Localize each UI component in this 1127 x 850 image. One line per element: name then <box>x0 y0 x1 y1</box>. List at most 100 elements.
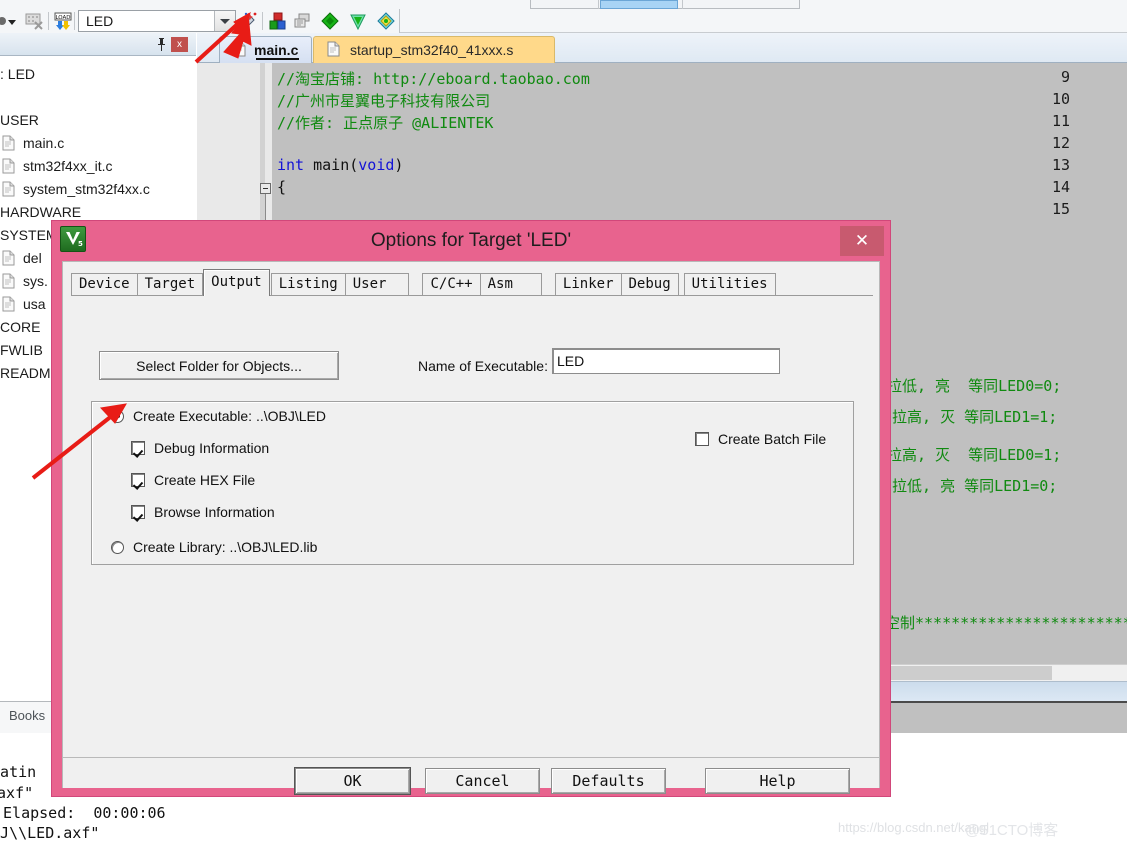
tree-item-label: CORE <box>0 318 41 335</box>
create-executable-radio-row[interactable]: Create Executable: ..\OBJ\LED <box>111 408 326 424</box>
tree-item-label: READM <box>0 364 51 381</box>
browse-information-label: Browse Information <box>154 504 275 520</box>
create-library-radio[interactable] <box>111 540 124 554</box>
multi-project-icon[interactable] <box>376 11 396 31</box>
target-selector-value: LED <box>86 13 114 29</box>
file-icon <box>327 41 340 60</box>
defaults-button[interactable]: Defaults <box>551 768 666 794</box>
c-file-icon <box>2 296 15 312</box>
create-executable-label: Create Executable: ..\OBJ\LED <box>133 408 326 424</box>
tab-output[interactable]: Output <box>203 269 270 296</box>
target-selector-combo[interactable]: LED <box>78 10 236 32</box>
close-icon[interactable]: ✕ <box>840 226 884 256</box>
name-of-executable-label: Name of Executable: <box>418 358 548 374</box>
tree-item-label: usa <box>23 295 46 312</box>
tab-listing[interactable]: Listing <box>270 273 346 295</box>
watermark-site: @51CTO博客 <box>965 822 1059 839</box>
toolbar-separator <box>74 12 75 30</box>
tree-item-user[interactable]: USER <box>0 108 196 131</box>
tree-item-system-stm32f4xx-c[interactable]: system_stm32f4xx.c <box>0 177 196 200</box>
cancel-button[interactable]: Cancel <box>425 768 540 794</box>
tree-item-label: SYSTEM <box>0 226 58 243</box>
manage-components-icon[interactable] <box>292 11 312 31</box>
code-fold-toggle[interactable] <box>260 183 271 194</box>
build-output-line: reatin <box>0 763 37 781</box>
tab-asm[interactable]: Asm <box>479 273 542 295</box>
create-hex-file-label: Create HEX File <box>154 472 256 488</box>
create-batch-file-checkbox[interactable] <box>695 432 709 446</box>
tree-item-project[interactable]: : LED <box>0 62 196 85</box>
build-output-line: OBJ\\LED.axf" <box>0 824 100 842</box>
help-button[interactable]: Help <box>705 768 850 794</box>
teal-diamond-icon[interactable] <box>348 11 368 31</box>
tab-user[interactable]: User <box>344 273 410 295</box>
line-number: 11 <box>1051 112 1070 130</box>
create-library-label: Create Library: ..\OBJ\LED.lib <box>133 539 318 555</box>
dropdown-arrow-icon[interactable] <box>6 15 18 27</box>
editor-tab-main-c[interactable]: main.c <box>219 36 313 63</box>
file-icon <box>233 41 246 60</box>
build-target-icon[interactable] <box>24 11 44 31</box>
tree-item-main-c[interactable]: main.c <box>0 131 196 154</box>
debug-information-label: Debug Information <box>154 440 270 456</box>
ok-button[interactable]: OK <box>295 768 410 794</box>
tab-device[interactable]: Device <box>71 273 138 295</box>
output-tab-panel: Select Folder for Objects... Name of Exe… <box>63 296 879 794</box>
create-hex-file-row[interactable]: Create HEX File <box>131 472 255 488</box>
line-number: 13 <box>1051 156 1070 174</box>
debug-information-checkbox[interactable] <box>131 441 145 455</box>
svg-text:LOAD: LOAD <box>55 15 70 21</box>
tree-item-label: : LED <box>0 65 36 82</box>
sidebar-close-button[interactable]: x <box>171 37 188 52</box>
tree-item-label: del <box>23 249 42 266</box>
select-folder-for-objects-button[interactable]: Select Folder for Objects... <box>99 351 339 380</box>
tab-target[interactable]: Target <box>136 273 204 295</box>
code-line: //淘宝店铺: http://eboard.taobao.com <box>277 70 590 88</box>
code-fragment: 拉高, 灭 等同LED0=1; <box>887 446 1062 464</box>
tab-debug[interactable]: Debug <box>620 273 679 295</box>
toolbar-highlighted-item[interactable] <box>600 0 678 9</box>
chevron-down-icon[interactable] <box>214 11 235 31</box>
tree-item-label: HARDWARE <box>0 203 82 220</box>
tab-utilities[interactable]: Utilities <box>683 273 776 295</box>
main-toolbar: LOAD LED <box>0 9 1127 33</box>
create-executable-radio[interactable] <box>111 409 124 423</box>
load-icon[interactable]: LOAD <box>53 11 73 31</box>
dialog-footer-divider <box>63 757 879 758</box>
create-hex-file-checkbox[interactable] <box>131 473 145 487</box>
name-of-executable-input[interactable]: LED <box>552 348 780 374</box>
browse-information-row[interactable]: Browse Information <box>131 504 275 520</box>
magic-wand-icon[interactable] <box>238 11 258 31</box>
tree-item-label: system_stm32f4xx.c <box>23 180 150 197</box>
dialog-title-bar: 5 Options for Target 'LED' ✕ <box>52 221 890 261</box>
sidebar-tab-books[interactable]: Books <box>2 705 54 727</box>
toolbar-left-group: LOAD LED <box>0 9 400 33</box>
debug-information-row[interactable]: Debug Information <box>131 440 269 456</box>
toolbar-separator <box>598 0 599 9</box>
create-library-radio-row[interactable]: Create Library: ..\OBJ\LED.lib <box>111 539 317 555</box>
c-file-icon <box>2 158 15 174</box>
pin-icon[interactable] <box>155 37 168 52</box>
line-number: 15 <box>1051 200 1070 218</box>
code-fragment: 0拉高, 灭 等同LED1=1; <box>883 408 1058 426</box>
create-batch-file-row[interactable]: Create Batch File <box>695 431 826 447</box>
toolbar-separator <box>682 0 683 9</box>
tree-item-stm32f4xx-it-c[interactable]: stm32f4xx_it.c <box>0 154 196 177</box>
tree-item-label: FWLIB <box>0 341 43 358</box>
tab-linker[interactable]: Linker <box>554 273 622 295</box>
editor-tab-bar: main.c startup_stm32f40_41xxx.s <box>197 33 1127 63</box>
tree-item-label: sys. <box>23 272 48 289</box>
c-file-icon <box>2 181 15 197</box>
editor-tab-startup-s[interactable]: startup_stm32f40_41xxx.s <box>313 36 556 63</box>
line-number: 10 <box>1051 90 1070 108</box>
tree-item-hardware[interactable]: HARDWARE <box>0 200 196 223</box>
target-options-icon[interactable] <box>268 11 288 31</box>
dialog-title: Options for Target 'LED' <box>370 230 572 251</box>
browse-information-checkbox[interactable] <box>131 505 145 519</box>
green-diamond-icon[interactable] <box>320 11 340 31</box>
line-number: 12 <box>1051 134 1070 152</box>
code-line: //作者: 正点原子 @ALIENTEK <box>277 114 494 132</box>
tab-cpp[interactable]: C/C++ <box>422 273 481 295</box>
build-output-line: .axf" <box>0 784 34 802</box>
dialog-tab-strip[interactable]: Device Target Output Listing User C/C++ … <box>71 269 776 296</box>
